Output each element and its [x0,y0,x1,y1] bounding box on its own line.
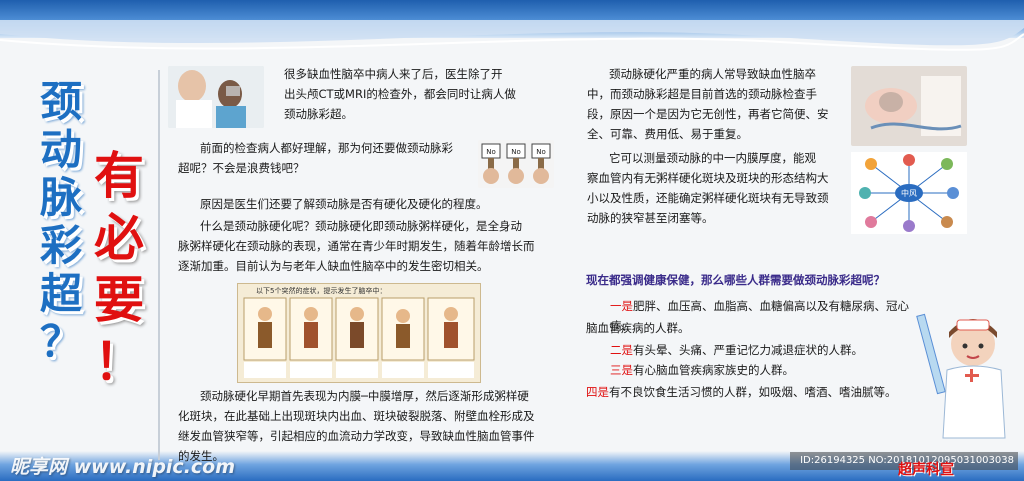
text-line: 颈动脉硬化早期首先表现为内膜─中膜增厚，然后逐渐形成粥样硬 [200,389,529,403]
risk-item-number: 三是 [610,363,633,377]
text-line: 颈动脉彩超。 [284,107,353,121]
no-sign-label: No [536,148,546,156]
diagram-center-label: 中风 [901,188,917,198]
no-signs-image: No No No [478,140,554,188]
divider-line [158,70,160,460]
risk-item-4: 四是有不良饮食生活习惯的人群，如吸烟、嗜酒、嗜油腻等。 [586,382,926,402]
risk-item-2: 二是有头晕、头痛、严重记忆力减退症状的人群。 [610,340,910,360]
title-char: 动 [39,125,82,174]
text-line: 察血管内有无粥样硬化斑块及斑块的形态结构大 [587,171,829,185]
risk-item-text: 脑血管疾病的人群。 [586,321,690,335]
text-line: 原因是医生们还要了解颈动脉是否有硬化及硬化的程度。 [200,197,488,211]
title-char: 超 [39,269,82,318]
text-line: 逐渐加重。目前认为与老年人缺血性脑卒中的发生密切相关。 [178,259,489,273]
text-line: 它可以测量颈动脉的中一内膜厚度，能观 [609,151,816,165]
risk-item-number: 一是 [610,299,633,313]
ultrasound-baby-photo [851,66,967,146]
nurse-cartoon [905,308,1015,458]
watermark: 昵享网 www.nipic.com [10,456,236,478]
risk-item-text: 有心脑血管疾病家族史的人群。 [633,363,794,377]
red-title-char: ！ [94,333,144,391]
vertical-title: 颈 动 脉 彩 超 ？ [38,78,84,366]
risk-group-question: 现在都强调健康保健，那么哪些人群需要做颈动脉彩超呢？ [586,273,885,287]
department-label: 超声科宣 [898,462,954,478]
left-paragraph-2: 前面的检查病人都好理解，那为何还要做颈动脉彩 超呢？不会是浪费钱吧？ [178,138,478,178]
no-sign-label: No [486,148,496,156]
stroke-risk-diagram: 中风 [851,152,967,234]
title-char: 脉 [39,173,82,222]
left-paragraph-4: 什么是颈动脉硬化呢？颈动脉硬化即颈动脉粥样硬化，是全身动 脉粥样硬化在颈动脉的表… [178,216,556,276]
text-line: 前面的检查病人都好理解，那为何还要做颈动脉彩 [200,141,453,155]
risk-item-1-cont: 脑血管疾病的人群。 [586,318,896,338]
text-line: 小以及性质，还能确定粥样硬化斑块有无导致颈 [587,191,829,205]
text-line: 动脉的狭窄甚至闭塞等。 [587,211,714,225]
risk-item-number: 四是 [586,385,609,399]
text-line: 全、可靠、费用低、易于重复。 [587,127,748,141]
title-char: 彩 [39,221,82,270]
right-paragraph-2: 它可以测量颈动脉的中一内膜厚度，能观 察血管内有无粥样硬化斑块及斑块的形态结构大… [587,148,857,228]
title-char: 颈 [39,77,82,126]
text-line: 段，原因一个是因为它无创性，再者它简便、安 [587,107,829,121]
title-char: ？ [39,317,82,366]
text-line: 化斑块，在此基础上出现斑块内出血、斑块破裂脱落、附壁血栓形成及 [178,409,535,423]
stroke-symptoms-cartoon: 以下5个突然的症状，提示发生了脑卒中： [237,283,481,383]
risk-item-3: 三是有心脑血管疾病家族史的人群。 [610,360,910,380]
red-title-char: 要 [94,271,144,329]
left-paragraph-1: 很多缺血性脑卒中病人来了后，医生除了开 出头颅CT或MRI的检查外，都会同时让病… [284,64,554,124]
risk-item-number: 二是 [610,343,633,357]
header-wave [0,20,1024,51]
text-line: 超呢？不会是浪费钱吧？ [178,161,305,175]
risk-item-text: 有不良饮食生活习惯的人群，如吸烟、嗜酒、嗜油腻等。 [609,385,897,399]
vertical-red-title: 有 必 要 ！ [92,145,146,393]
text-line: 继发血管狭窄等，引起相应的血流动力学改变，导致缺血性脑血管事件 [178,429,535,443]
text-line: 颈动脉硬化严重的病人常导致缺血性脑卒 [609,67,816,81]
text-line: 中，而颈动脉彩超是目前首选的颈动脉检查手 [587,87,817,101]
red-title-char: 必 [94,209,144,267]
left-paragraph-3: 原因是医生们还要了解颈动脉是否有硬化及硬化的程度。 [200,194,560,214]
no-sign-label: No [511,148,521,156]
text-line: 脉粥样硬化在颈动脉的表现，通常在青少年时期发生，随着年龄增长而 [178,239,535,253]
red-title-char: 有 [94,147,144,205]
text-line: 很多缺血性脑卒中病人来了后，医生除了开 [284,67,503,81]
doctor-exam-photo [168,66,264,128]
right-paragraph-1: 颈动脉硬化严重的病人常导致缺血性脑卒 中，而颈动脉彩超是目前首选的颈动脉检查手 … [587,64,857,144]
risk-item-text: 有头晕、头痛、严重记忆力减退症状的人群。 [633,343,863,357]
text-line: 什么是颈动脉硬化呢？颈动脉硬化即颈动脉粥样硬化，是全身动 [200,219,522,233]
text-line: 出头颅CT或MRI的检查外，都会同时让病人做 [284,87,516,101]
